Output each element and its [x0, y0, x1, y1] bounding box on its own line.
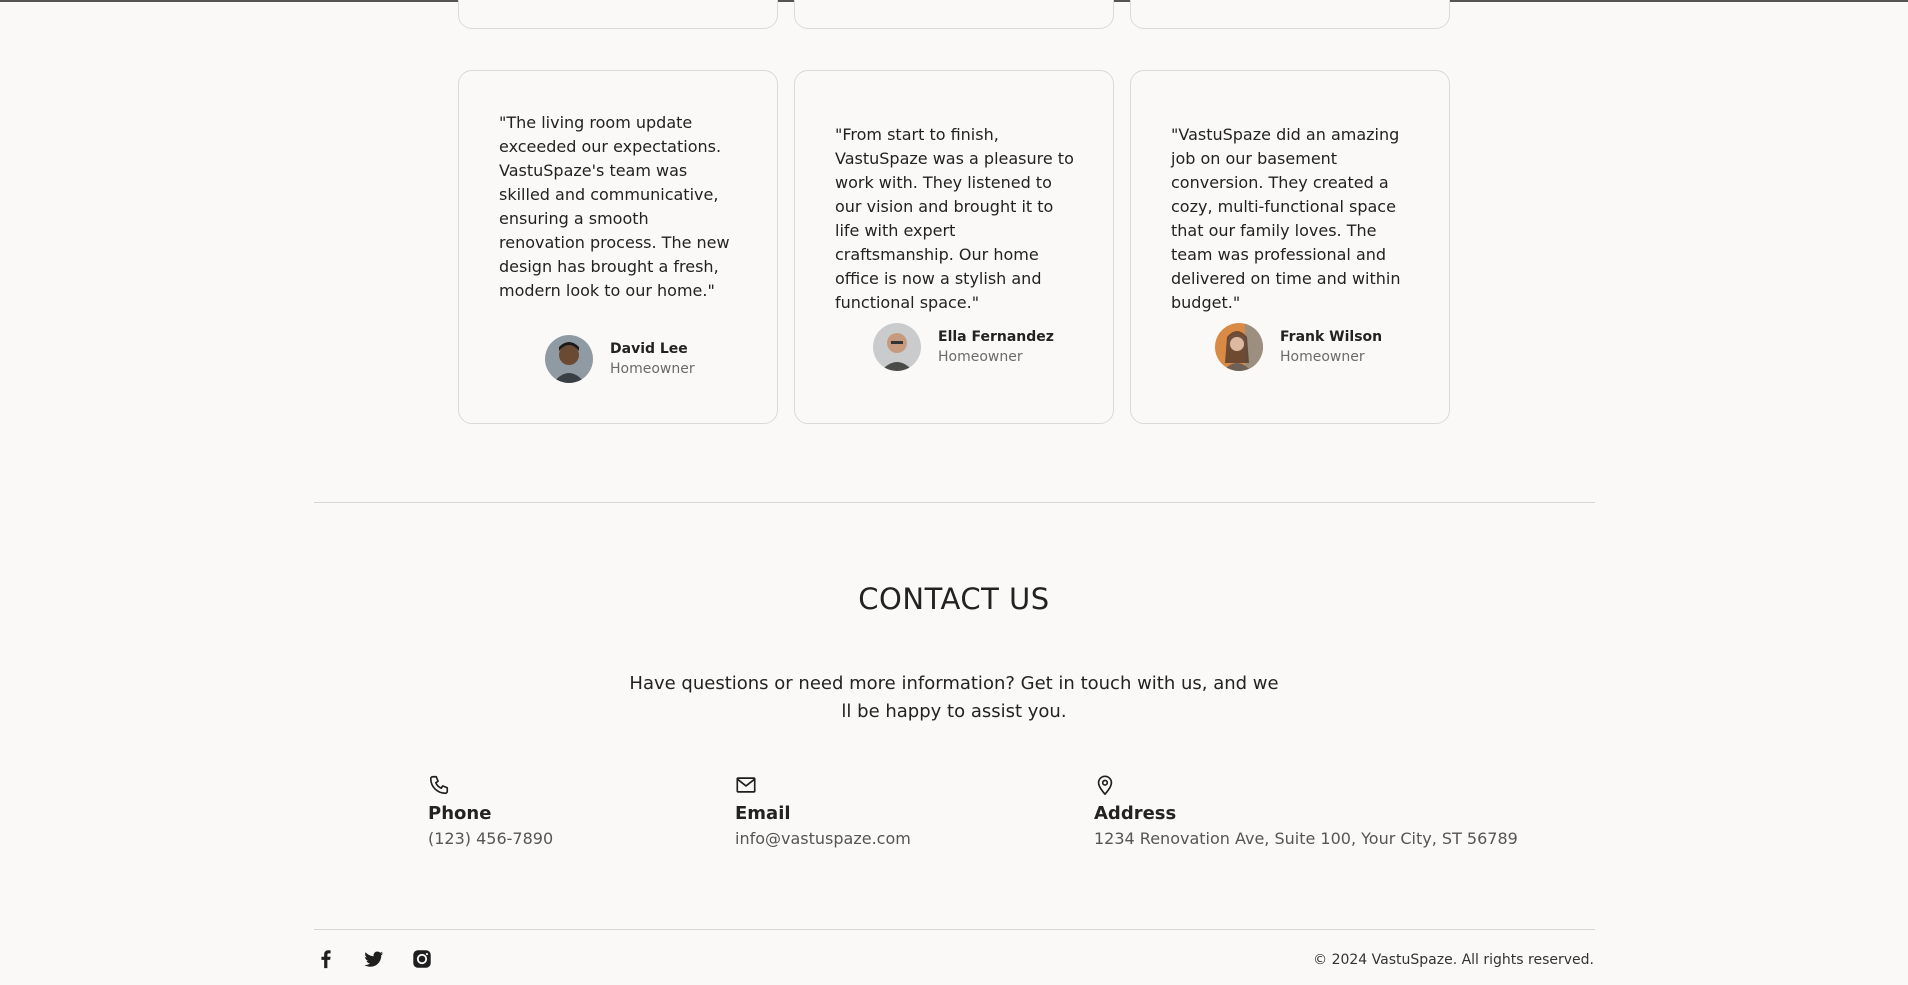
- phone-number[interactable]: (123) 456-7890: [428, 828, 553, 850]
- contact-label: Phone: [428, 803, 492, 824]
- testimonial-card-partial: [794, 0, 1114, 29]
- footer-divider: [314, 929, 1595, 930]
- contact-email: Email info@vastuspaze.com: [735, 774, 911, 850]
- contact-address: Address 1234 Renovation Ave, Suite 100, …: [1094, 774, 1518, 850]
- twitter-icon[interactable]: [363, 948, 385, 970]
- avatar: [545, 335, 593, 383]
- contact-label: Email: [735, 803, 791, 824]
- author-name: Ella Fernandez: [938, 329, 1054, 345]
- section-divider: [314, 502, 1595, 503]
- facebook-icon[interactable]: [315, 948, 337, 970]
- testimonial-card: "From start to finish, VastuSpaze was a …: [794, 70, 1114, 424]
- author-name: Frank Wilson: [1280, 329, 1383, 345]
- instagram-icon[interactable]: [411, 948, 433, 970]
- phone-icon: [429, 775, 449, 795]
- testimonial-quote: "VastuSpaze did an amazing job on our ba…: [1171, 125, 1401, 312]
- author-role: Homeowner: [938, 349, 1023, 365]
- contact-label: Address: [1094, 803, 1177, 824]
- testimonial-quote: "The living room update exceeded our exp…: [499, 113, 730, 300]
- avatar: [1215, 323, 1263, 371]
- testimonial-author: Frank Wilson Homeowner: [1215, 323, 1382, 371]
- author-role: Homeowner: [610, 361, 695, 377]
- copyright-text: © 2024 VastuSpaze. All rights reserved.: [1313, 952, 1594, 968]
- testimonial-card-partial: [1130, 0, 1450, 29]
- avatar: [873, 323, 921, 371]
- testimonial-author: David Lee Homeowner: [545, 335, 695, 383]
- testimonial-card-partial: [458, 0, 778, 29]
- testimonial-author: Ella Fernandez Homeowner: [873, 323, 1054, 371]
- contact-title: CONTACT US: [858, 582, 1050, 616]
- testimonial-card: "VastuSpaze did an amazing job on our ba…: [1130, 70, 1450, 424]
- map-pin-icon: [1097, 775, 1113, 795]
- contact-phone: Phone (123) 456-7890: [428, 774, 553, 850]
- mail-icon: [736, 777, 756, 793]
- testimonial-quote: "From start to finish, VastuSpaze was a …: [835, 125, 1074, 312]
- email-address[interactable]: info@vastuspaze.com: [735, 828, 911, 850]
- address-text: 1234 Renovation Ave, Suite 100, Your Cit…: [1094, 829, 1518, 848]
- author-role: Homeowner: [1280, 349, 1365, 365]
- contact-subtitle: Have questions or need more information?…: [629, 673, 1279, 722]
- author-name: David Lee: [610, 341, 688, 357]
- testimonial-card: "The living room update exceeded our exp…: [458, 70, 778, 424]
